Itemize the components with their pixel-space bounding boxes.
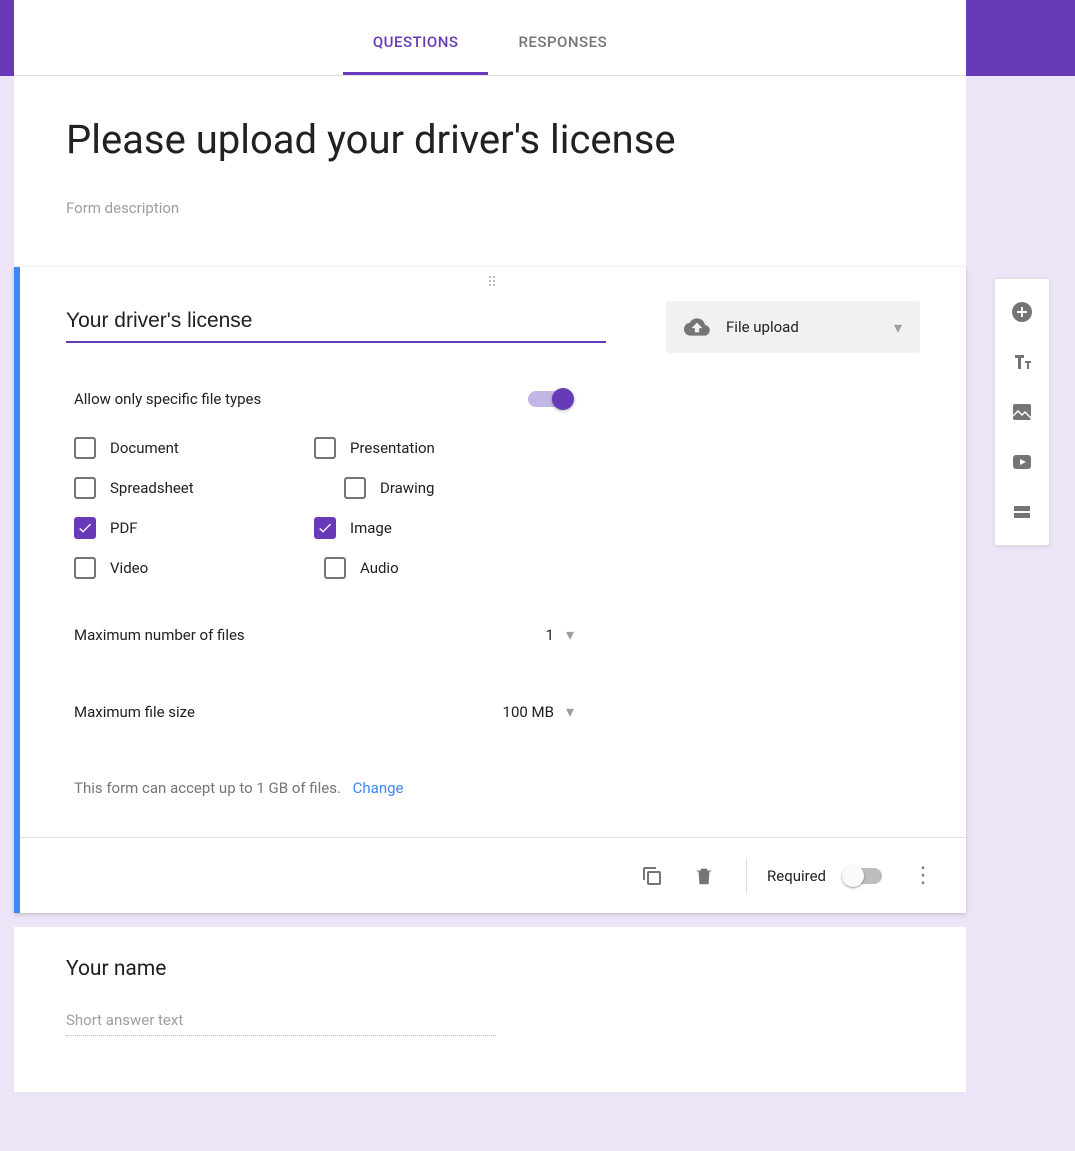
caret-down-icon[interactable]: ▾	[566, 625, 574, 644]
duplicate-button[interactable]	[630, 854, 674, 898]
filetype-audio-label: Audio	[360, 559, 399, 577]
tab-questions[interactable]: QUESTIONS	[343, 33, 489, 75]
short-question-title[interactable]: Your name	[66, 957, 914, 981]
required-label: Required	[767, 867, 826, 885]
delete-button[interactable]	[682, 854, 726, 898]
cloud-upload-icon	[684, 314, 710, 340]
filetype-image-label: Image	[350, 519, 392, 537]
max-files-value[interactable]: 1	[546, 626, 554, 644]
checkbox-document[interactable]	[74, 437, 96, 459]
checkbox-pdf[interactable]	[74, 517, 96, 539]
add-video-button[interactable]	[996, 437, 1048, 487]
filetype-spreadsheet-label: Spreadsheet	[110, 479, 194, 497]
checkbox-spreadsheet[interactable]	[74, 477, 96, 499]
allow-specific-toggle[interactable]	[528, 389, 574, 409]
filetype-presentation-label: Presentation	[350, 439, 435, 457]
drag-handle-icon[interactable]: ⠿	[20, 267, 966, 295]
question-type-label: File upload	[726, 318, 894, 336]
checkbox-video[interactable]	[74, 557, 96, 579]
filetype-video-label: Video	[110, 559, 148, 577]
required-toggle[interactable]	[842, 866, 888, 886]
max-size-value[interactable]: 100 MB	[503, 703, 554, 721]
form-title[interactable]: Please upload your driver's license	[66, 116, 914, 163]
filetype-document-label: Document	[110, 439, 179, 457]
checkbox-presentation[interactable]	[314, 437, 336, 459]
question-type-select[interactable]: File upload ▾	[666, 301, 920, 353]
caret-down-icon[interactable]: ▾	[566, 702, 574, 721]
add-title-button[interactable]	[996, 337, 1048, 387]
change-limit-link[interactable]: Change	[353, 779, 404, 797]
add-question-button[interactable]	[996, 287, 1048, 337]
divider	[746, 858, 747, 894]
tab-responses[interactable]: RESPONSES	[488, 33, 637, 75]
max-files-label: Maximum number of files	[74, 626, 546, 644]
form-description[interactable]: Form description	[66, 199, 914, 217]
checkbox-audio[interactable]	[324, 557, 346, 579]
caret-down-icon: ▾	[894, 318, 902, 337]
storage-limit-text: This form can accept up to 1 GB of files…	[74, 779, 341, 797]
short-answer-placeholder: Short answer text	[66, 1011, 496, 1036]
tabs-bar: QUESTIONS RESPONSES	[14, 0, 966, 76]
max-size-label: Maximum file size	[74, 703, 503, 721]
checkbox-drawing[interactable]	[344, 477, 366, 499]
add-image-button[interactable]	[996, 387, 1048, 437]
side-toolbar	[994, 278, 1050, 546]
question-title-input[interactable]	[66, 301, 606, 343]
question-card-short-answer[interactable]: Your name Short answer text	[14, 927, 966, 1092]
question-card-file-upload: ⠿ File upload ▾ Allow only specific file…	[14, 267, 966, 913]
add-section-button[interactable]	[996, 487, 1048, 537]
filetype-pdf-label: PDF	[110, 519, 138, 537]
allow-specific-label: Allow only specific file types	[74, 390, 261, 408]
filetype-drawing-label: Drawing	[380, 479, 434, 497]
form-header: Please upload your driver's license Form…	[14, 76, 966, 267]
checkbox-image[interactable]	[314, 517, 336, 539]
more-options-button[interactable]: ⋮	[906, 863, 940, 888]
